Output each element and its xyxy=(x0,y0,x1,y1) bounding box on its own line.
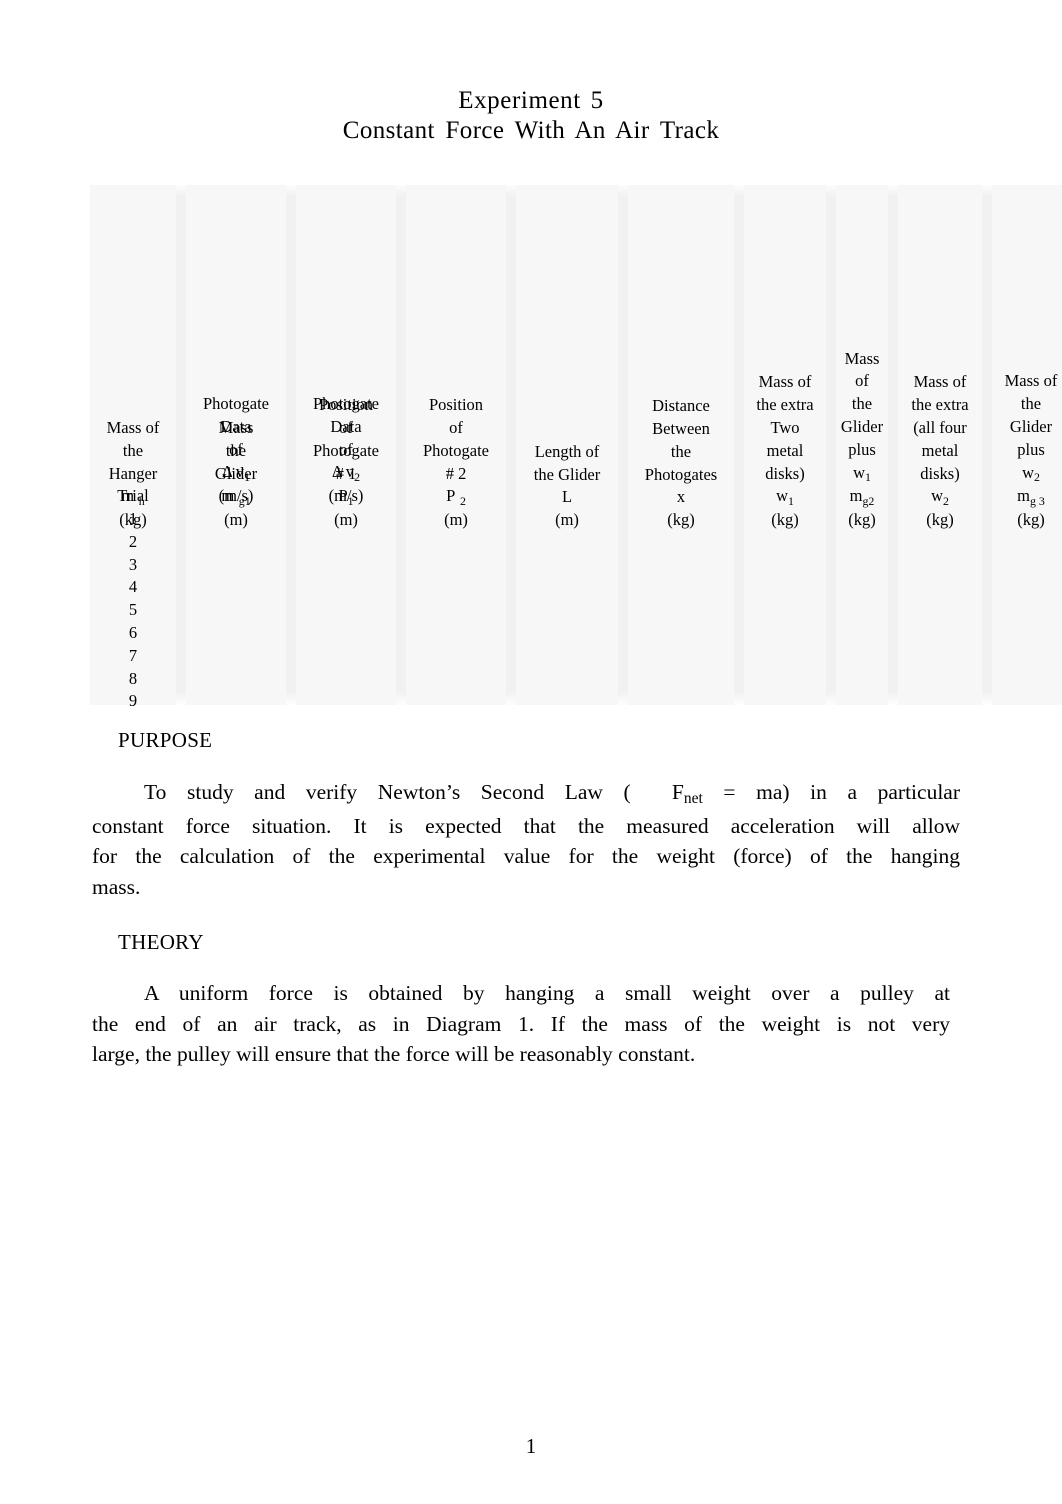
trial-row: 9 xyxy=(128,691,138,711)
trial-row: 8 xyxy=(128,668,138,688)
column-header: Mass of the Glider plus w1 mg2 (kg) xyxy=(836,348,888,532)
column-header: Mass of the Glider plus w2 mg 3 (kg) xyxy=(992,370,1062,532)
photogate-2-subheader: Photogate Data of Δ v2 (m/s) xyxy=(296,393,396,508)
trial-column-label: Trial xyxy=(117,486,149,505)
purpose-paragraph: To study and verify Newton’s Second Law … xyxy=(92,777,960,902)
table-column-mass-extra-four-disks: Mass of the extra (all four metal disks)… xyxy=(898,185,982,705)
column-header: Length of the Glider L (m) xyxy=(516,441,618,532)
delta-v-symbol: Δ v1 xyxy=(221,462,250,484)
trial-row: 2 xyxy=(128,531,138,551)
theory-line-1: A uniform force is obtained by hanging a… xyxy=(144,981,950,1005)
column-unit: (kg) xyxy=(926,510,954,530)
theory-line-3: large, the pulley will ensure that the f… xyxy=(92,1042,696,1066)
table-column-length-glider: Length of the Glider L (m) xyxy=(516,185,618,705)
table-column-mass-hanger: Mass of the Hanger m h (kg) Trial 1 2 3 … xyxy=(90,185,176,710)
column-unit: (kg) xyxy=(848,510,876,530)
newtons-law-formula: Fnet = ma xyxy=(671,780,783,808)
document-page: Experiment 5 Constant Force With An Air … xyxy=(0,0,1062,1504)
trial-number-list: 1 2 3 4 5 6 7 8 9 xyxy=(90,508,176,713)
column-unit: (m/s) xyxy=(328,486,364,506)
table-column-mass-glider-plus-w1: Mass of the Glider plus w1 mg2 (kg) xyxy=(836,185,888,705)
purpose-line-3: for the calculation of the experimental … xyxy=(92,844,960,868)
table-column-mass-extra-two-disks: Mass of the extra Two metal disks) w1 (k… xyxy=(744,185,826,705)
table-column-mass-glider: Mass the Glider m g1 (m) Photogate Data … xyxy=(186,185,286,705)
column-symbol: w2 xyxy=(931,486,949,508)
column-header: Mass of the extra (all four metal disks)… xyxy=(898,371,982,532)
data-table-grid: Mass of the Hanger m h (kg) Trial 1 2 3 … xyxy=(90,185,1062,710)
purpose-heading: PURPOSE xyxy=(118,728,213,752)
column-unit: (kg) xyxy=(667,510,695,530)
column-symbol: x xyxy=(676,487,686,507)
trial-row: 5 xyxy=(128,600,138,620)
column-header: Distance Between the Photogates x (kg) xyxy=(628,395,734,532)
trial-row: 3 xyxy=(128,554,138,574)
title-line-subject: Constant Force With An Air Track xyxy=(342,117,720,144)
purpose-text-pre: To study and verify Newton’s Second Law … xyxy=(144,780,631,804)
column-unit: (kg) xyxy=(1017,510,1045,530)
table-column-mass-glider-plus-w2: Mass of the Glider plus w2 mg 3 (kg) xyxy=(992,185,1062,705)
column-unit: (m) xyxy=(555,510,579,530)
purpose-line-2: constant force situation. It is expected… xyxy=(92,813,960,838)
column-symbol-top: w1 xyxy=(853,462,871,484)
column-symbol-top: w2 xyxy=(1022,462,1040,484)
column-symbol: mg2 xyxy=(849,486,875,508)
table-column-distance-between-photogates: Distance Between the Photogates x (kg) xyxy=(628,185,734,705)
table-column-position-photogate-1: Position of Photogate # 1 P1 (m) Photoga… xyxy=(296,185,396,705)
purpose-line-4: mass. xyxy=(92,874,141,899)
trial-row: 6 xyxy=(128,622,138,642)
column-symbol: mg 3 xyxy=(1017,486,1045,508)
delta-v-symbol: Δ v2 xyxy=(331,462,360,484)
column-symbol: L xyxy=(561,487,573,507)
data-table: Mass of the Hanger m h (kg) Trial 1 2 3 … xyxy=(90,185,1062,710)
column-symbol: P 2 xyxy=(446,486,466,508)
page-number: 1 xyxy=(525,1434,537,1458)
column-header: Mass of the extra Two metal disks) w1 (k… xyxy=(744,371,826,532)
document-title: Experiment 5 Constant Force With An Air … xyxy=(0,86,1062,146)
table-column-position-photogate-2: Position of Photogate # 2 P 2 (m) xyxy=(406,185,506,705)
column-unit: (kg) xyxy=(771,510,799,530)
trial-row: 1 xyxy=(128,509,138,528)
column-unit: (m) xyxy=(224,510,248,530)
photogate-1-subheader: Photogate Data of Δ v1 (m/s) xyxy=(186,393,286,508)
trial-row: 7 xyxy=(128,645,138,665)
trial-row: 4 xyxy=(128,577,138,597)
theory-heading: THEORY xyxy=(118,930,204,954)
purpose-text-post: ) in a particular xyxy=(782,780,960,804)
column-unit: (m) xyxy=(334,510,358,530)
title-line-experiment: Experiment 5 xyxy=(458,87,604,114)
column-header: Position of Photogate # 2 P 2 (m) xyxy=(406,394,506,532)
column-symbol: w1 xyxy=(776,486,794,508)
theory-paragraph: A uniform force is obtained by hanging a… xyxy=(92,978,950,1070)
column-unit: (m) xyxy=(444,510,468,530)
column-unit: (m/s) xyxy=(218,486,254,506)
theory-line-2: the end of an air track, as in Diagram 1… xyxy=(92,1011,950,1036)
